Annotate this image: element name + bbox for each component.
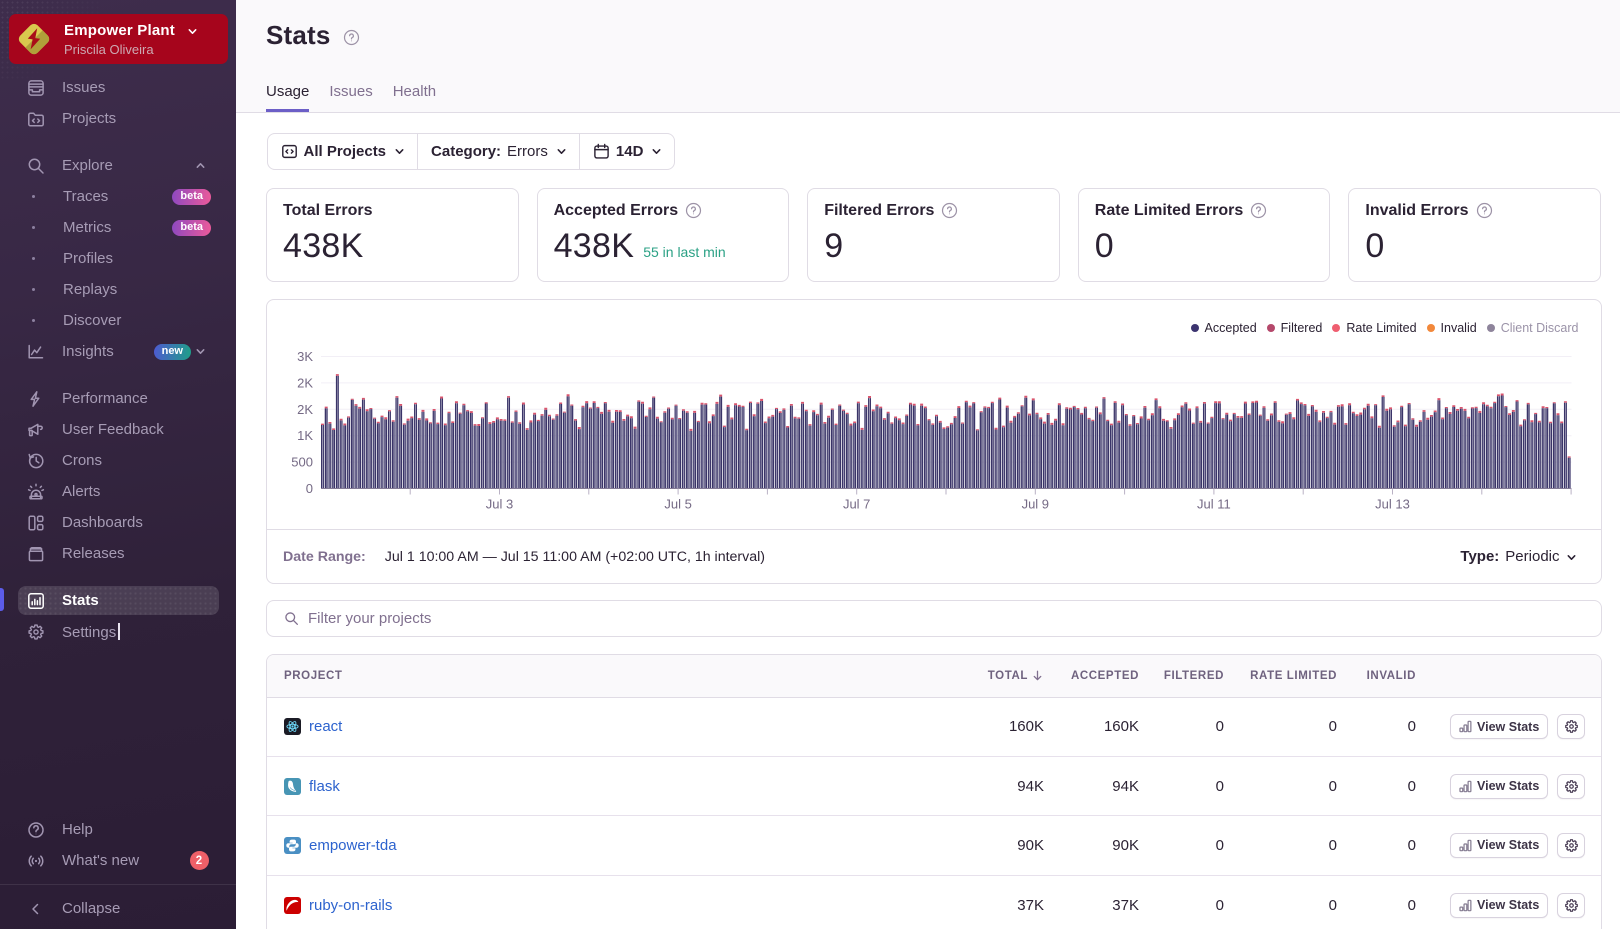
svg-text:1K: 1K — [297, 428, 313, 443]
svg-text:Jul 9: Jul 9 — [1022, 497, 1049, 512]
svg-text:0: 0 — [306, 481, 313, 496]
svg-text:3K: 3K — [297, 349, 313, 364]
svg-text:Jul 7: Jul 7 — [843, 497, 870, 512]
svg-text:500: 500 — [291, 455, 313, 470]
svg-text:2K: 2K — [297, 402, 313, 417]
svg-text:Jul 5: Jul 5 — [664, 497, 691, 512]
svg-text:Jul 11: Jul 11 — [1197, 497, 1231, 512]
svg-text:Jul 13: Jul 13 — [1375, 497, 1410, 512]
svg-text:Jul 3: Jul 3 — [486, 497, 513, 512]
svg-text:2K: 2K — [297, 375, 313, 390]
